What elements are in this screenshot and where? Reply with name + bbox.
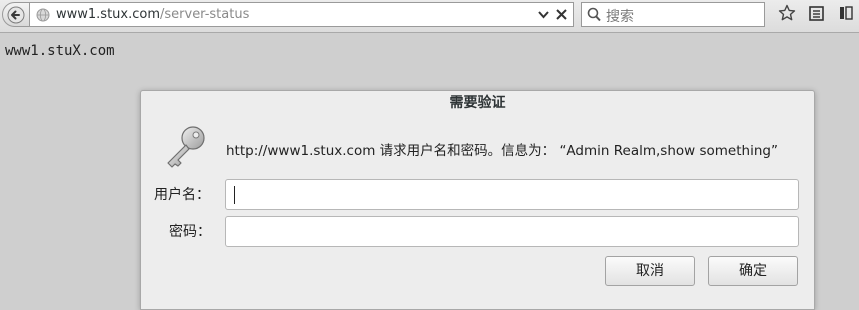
key-icon [167, 126, 205, 168]
globe-icon [36, 8, 50, 22]
back-arrow-icon [7, 6, 25, 24]
text-caret [234, 186, 235, 204]
url-path: /server-status [160, 7, 250, 22]
auth-dialog: 需要验证 http://www1.stux.com 请求用户名和密码。信息为： … [140, 90, 815, 310]
search-icon [587, 7, 601, 22]
password-field[interactable] [225, 216, 799, 247]
cancel-button[interactable]: 取消 [605, 256, 695, 286]
username-field[interactable] [225, 179, 799, 210]
password-label: 密码： [169, 224, 211, 240]
back-button[interactable] [2, 2, 30, 27]
chevron-down-icon[interactable] [538, 11, 549, 19]
ok-button[interactable]: 确定 [708, 256, 798, 286]
star-icon[interactable] [778, 4, 796, 22]
more-icon[interactable] [838, 5, 854, 21]
dialog-title: 需要验证 [449, 95, 506, 111]
search-placeholder: 搜索 [606, 9, 634, 25]
search-input[interactable]: 搜索 [581, 2, 765, 27]
page-host-text: www1.stuX.com [5, 43, 115, 59]
url-bar[interactable]: www1.stux.com/server-status [30, 2, 574, 27]
reading-list-icon[interactable] [808, 5, 825, 22]
auth-message: http://www1.stux.com 请求用户名和密码。信息为： “Admi… [226, 143, 778, 159]
browser-toolbar: www1.stux.com/server-status 搜索 [0, 0, 859, 33]
username-label: 用户名： [154, 187, 210, 203]
close-icon[interactable] [556, 9, 567, 20]
url-text[interactable]: www1.stux.com/server-status [56, 7, 249, 22]
url-host: www1.stux.com [56, 7, 160, 22]
